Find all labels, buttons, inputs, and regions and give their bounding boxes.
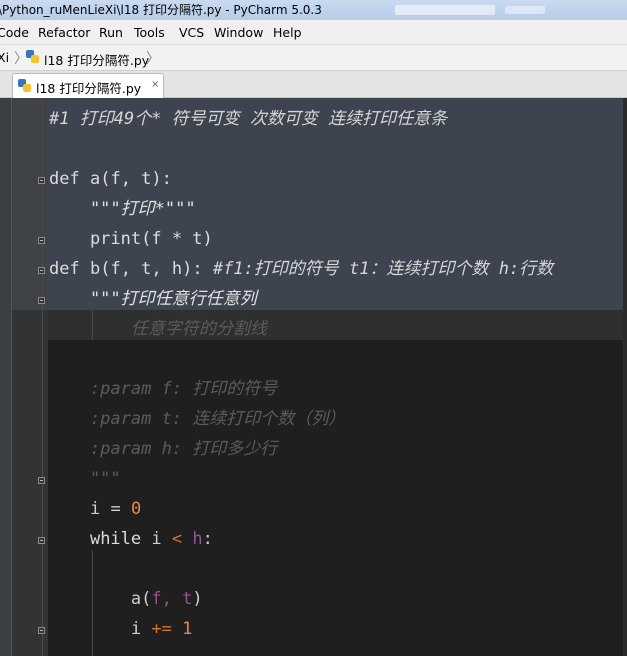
fold-marker-icon[interactable] [38, 177, 45, 184]
window-title-bar: \Python_ruMenLieXi\l18 打印分隔符.py - PyChar… [0, 0, 627, 20]
variable: i [151, 529, 162, 549]
variable: i [89, 499, 101, 519]
menu-bar: Code Refactor Run Tools VCS Window Help [0, 20, 627, 45]
code-line: print(f * t) [49, 229, 213, 249]
keyword: def [49, 259, 80, 279]
number: 1 [182, 619, 193, 639]
tool-window-strip [0, 98, 12, 656]
code-line: while i < h: [49, 524, 553, 554]
operator: += [151, 619, 172, 639]
code-line: """打印*""" [49, 199, 196, 219]
code-editor[interactable]: #1 打印49个* 符号可变 次数可变 连续打印任意条 def a(f, t): … [0, 98, 627, 656]
menu-window[interactable]: Window [214, 25, 263, 40]
breadcrumb-project[interactable]: Xi [0, 50, 9, 65]
code-line: :param t: 连续打印个数（列） [49, 409, 346, 429]
window-title: \Python_ruMenLieXi\l18 打印分隔符.py - PyChar… [0, 3, 322, 17]
tab-close-icon[interactable]: × [151, 79, 159, 90]
argument: t [182, 589, 193, 609]
fold-marker-icon[interactable] [38, 627, 45, 634]
titlebar-blurred-region [395, 5, 495, 15]
fold-marker-icon[interactable] [38, 237, 45, 244]
fold-marker-icon[interactable] [38, 477, 45, 484]
colon: : [202, 529, 213, 549]
code-line: i += 1 [49, 614, 553, 644]
fold-marker-icon[interactable] [38, 297, 45, 304]
menu-vcs[interactable]: VCS [179, 25, 204, 40]
code-line: """打印任意行任意列 [49, 289, 257, 309]
inline-comment: #f1:打印的符号 t1：连续打印个数 h:行数 [212, 259, 554, 279]
keyword: def [49, 169, 80, 189]
titlebar-blurred-region-2 [505, 6, 545, 14]
code-line: 任意字符的分割线 [49, 319, 267, 339]
menu-help[interactable]: Help [273, 25, 302, 40]
code-line: :param h: 打印多少行 [49, 439, 278, 459]
code-line: def a(f, t): [49, 164, 553, 194]
editor-tab-bar: l18 打印分隔符.py × [0, 71, 627, 98]
parameter: h [192, 529, 203, 549]
tab-label: l18 打印分隔符.py [36, 81, 142, 96]
operator: < [171, 529, 183, 549]
tab-l18-file[interactable]: l18 打印分隔符.py × [12, 73, 164, 98]
number: 0 [130, 499, 142, 519]
function-call: a [130, 589, 142, 609]
paren-close: ) [192, 589, 203, 609]
menu-refactor[interactable]: Refactor [38, 25, 90, 40]
code-line: i = 0 [49, 494, 553, 524]
code-line: #1 打印49个* 符号可变 次数可变 连续打印任意条 [49, 109, 448, 129]
python-file-icon [18, 79, 31, 92]
menu-run[interactable]: Run [99, 25, 123, 40]
argument: f, [151, 589, 172, 609]
code-line: a(f, t) [130, 589, 203, 609]
fold-marker-icon[interactable] [38, 267, 45, 274]
breadcrumb: Xi 〉 l18 打印分隔符.py 〉 [0, 45, 627, 71]
function-name: a [89, 169, 101, 189]
variable: i [130, 619, 142, 639]
operator: = [110, 499, 121, 519]
code-line: """ [49, 469, 121, 489]
editor-scrollbar[interactable] [623, 98, 627, 656]
fold-marker-icon[interactable] [38, 537, 45, 544]
signature: (f, t): [100, 169, 172, 189]
function-name: b [89, 259, 101, 279]
breadcrumb-file[interactable]: l18 打印分隔符.py [44, 50, 149, 69]
code-line: def b(f, t, h): #f1:打印的符号 t1：连续打印个数 h:行数 [49, 254, 553, 284]
menu-code[interactable]: Code [0, 25, 29, 40]
code-text[interactable]: #1 打印49个* 符号可变 次数可变 连续打印任意条 def a(f, t): … [49, 104, 553, 644]
menu-tools[interactable]: Tools [134, 25, 165, 40]
python-file-icon [26, 50, 39, 63]
keyword: while [89, 529, 142, 549]
breadcrumb-separator-icon: 〉 [146, 51, 160, 67]
signature: (f, t, h): [100, 259, 203, 279]
code-line: :param f: 打印的符号 [49, 379, 278, 399]
